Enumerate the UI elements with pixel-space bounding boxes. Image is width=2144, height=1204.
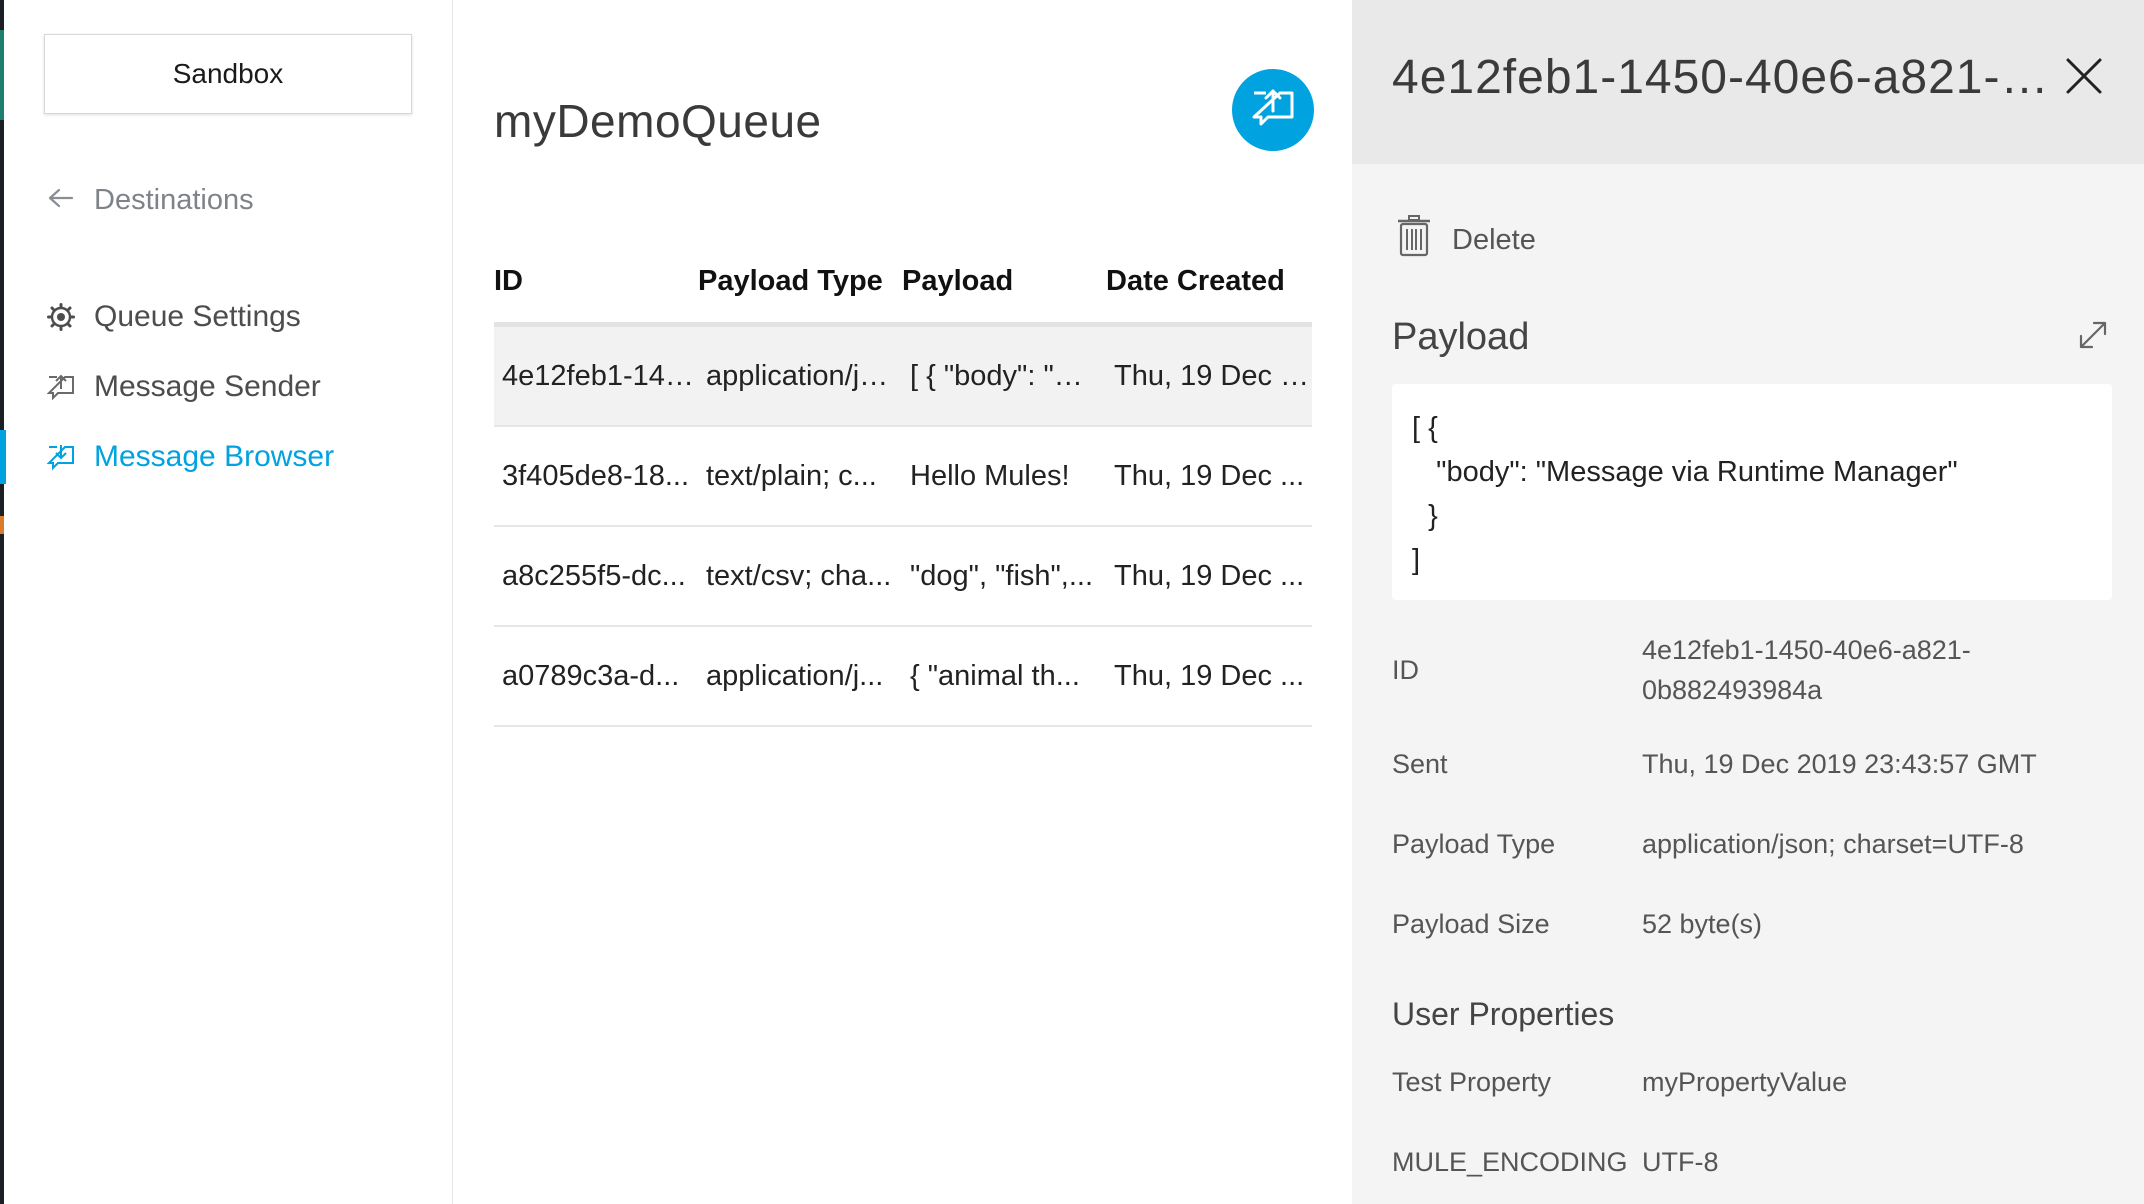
gear-icon <box>46 302 76 332</box>
browse-message-icon <box>46 442 76 472</box>
property-row-payload-type: Payload Type application/json; charset=U… <box>1392 822 2112 866</box>
page-title: myDemoQueue <box>494 95 822 147</box>
cell-date-created: Thu, 19 Dec 2019 23:43:57 GMT <box>1114 359 1312 392</box>
table-header: ID Payload Type Payload Date Created <box>494 240 1312 322</box>
send-message-icon <box>1250 87 1296 134</box>
cell-date-created: Thu, 19 Dec ... <box>1114 659 1305 692</box>
property-value: Thu, 19 Dec 2019 23:43:57 GMT <box>1642 749 2037 779</box>
messages-table: ID Payload Type Payload Date Created 4e1… <box>494 240 1312 727</box>
back-to-destinations-link[interactable]: Destinations <box>48 178 254 222</box>
column-header-id[interactable]: ID <box>494 265 698 298</box>
detail-header: 4e12feb1-1450-40e6-a821-0b882493984a <box>1352 0 2144 164</box>
cell-id: a8c255f5-dc... <box>502 559 686 592</box>
property-key: Payload Type <box>1392 828 1556 859</box>
property-key: Test Property <box>1392 1066 1552 1097</box>
sidebar-item-label: Message Browser <box>94 440 335 473</box>
property-key: Payload Size <box>1392 908 1550 939</box>
detail-title: 4e12feb1-1450-40e6-a821-0b882493984a <box>1392 51 2052 104</box>
sidebar-nav: Queue Settings Message Sender Message Br… <box>0 282 453 492</box>
sidebar-item-label: Message Sender <box>94 370 321 403</box>
delete-label: Delete <box>1452 223 1536 256</box>
cell-payload-type: application/j... <box>706 659 884 692</box>
sidebar-item-message-sender[interactable]: Message Sender <box>4 352 453 422</box>
property-value: myPropertyValue <box>1642 1067 1848 1097</box>
property-value: 4e12feb1-1450-40e6-a821- 0b882493984a <box>1642 635 1971 705</box>
sidebar-item-queue-settings[interactable]: Queue Settings <box>4 282 453 352</box>
delete-button[interactable]: Delete <box>1396 214 1536 266</box>
column-header-payload-type[interactable]: Payload Type <box>698 265 902 298</box>
cell-payload-type: text/plain; c... <box>706 459 877 492</box>
environment-label: Sandbox <box>172 58 284 89</box>
cell-payload: [ { "body": "Message via Runtime Manager… <box>910 359 1106 392</box>
table-row[interactable]: a0789c3a-d... application/j... { "animal… <box>494 627 1312 727</box>
user-property-row: Test Property myPropertyValue <box>1392 1060 2112 1104</box>
property-key: Sent <box>1392 748 1448 779</box>
table-row[interactable]: 3f405de8-18... text/plain; c... Hello Mu… <box>494 427 1312 527</box>
message-detail-panel: 4e12feb1-1450-40e6-a821-0b882493984a Del… <box>1352 0 2144 1204</box>
send-message-icon <box>46 372 76 402</box>
property-row-sent: Sent Thu, 19 Dec 2019 23:43:57 GMT <box>1392 742 2112 786</box>
sidebar-item-label: Queue Settings <box>94 300 301 333</box>
cell-date-created: Thu, 19 Dec ... <box>1114 559 1305 592</box>
cell-payload: "dog", "fish",... <box>910 559 1094 592</box>
cell-id: 3f405de8-18... <box>502 459 690 492</box>
cell-payload: { "animal th... <box>910 659 1080 692</box>
trash-icon <box>1396 214 1432 266</box>
cell-payload-type: text/csv; cha... <box>706 559 892 592</box>
payload-heading: Payload <box>1392 316 1530 358</box>
arrow-left-icon <box>48 184 74 217</box>
cell-date-created: Thu, 19 Dec ... <box>1114 459 1305 492</box>
property-key: MULE_ENCODING <box>1392 1146 1628 1177</box>
column-header-payload[interactable]: Payload <box>902 265 1106 298</box>
property-value: application/json; charset=UTF-8 <box>1642 829 2024 859</box>
property-value: 52 byte(s) <box>1642 909 1763 939</box>
user-properties-heading: User Properties <box>1392 996 1615 1032</box>
environment-selector[interactable]: Sandbox <box>44 34 412 114</box>
back-link-label: Destinations <box>94 183 254 216</box>
close-button[interactable] <box>2064 56 2104 96</box>
expand-payload-button[interactable] <box>2076 318 2112 354</box>
table-row[interactable]: 4e12feb1-1450-40e6-a821-0b882493984a app… <box>494 327 1312 427</box>
expand-icon <box>2076 321 2110 356</box>
cell-id: a0789c3a-d... <box>502 659 680 692</box>
payload-content: [ { "body": "Message via Runtime Manager… <box>1392 384 2112 600</box>
table-row[interactable]: a8c255f5-dc... text/csv; cha... "dog", "… <box>494 527 1312 627</box>
property-key: ID <box>1392 654 1419 685</box>
column-header-date-created[interactable]: Date Created <box>1106 265 1312 298</box>
close-icon <box>2064 58 2104 100</box>
property-row-payload-size: Payload Size 52 byte(s) <box>1392 902 2112 946</box>
cell-payload: Hello Mules! <box>910 459 1070 492</box>
user-property-row: MULE_ENCODING UTF-8 <box>1392 1140 2112 1184</box>
cell-id: 4e12feb1-1450-40e6-a821-0b882493984a <box>502 359 698 392</box>
sidebar: Sandbox Destinations Queue Settings Mess… <box>0 0 453 1204</box>
sidebar-item-message-browser[interactable]: Message Browser <box>0 422 453 492</box>
property-row-id: ID 4e12feb1-1450-40e6-a821- 0b882493984a <box>1392 620 2112 720</box>
main-content: myDemoQueue ID Payload Type Payload Date… <box>454 0 1352 1204</box>
cell-payload-type: application/json; charset=UTF-8 <box>706 359 902 392</box>
property-value: UTF-8 <box>1642 1147 1719 1177</box>
send-message-button[interactable] <box>1232 69 1314 151</box>
